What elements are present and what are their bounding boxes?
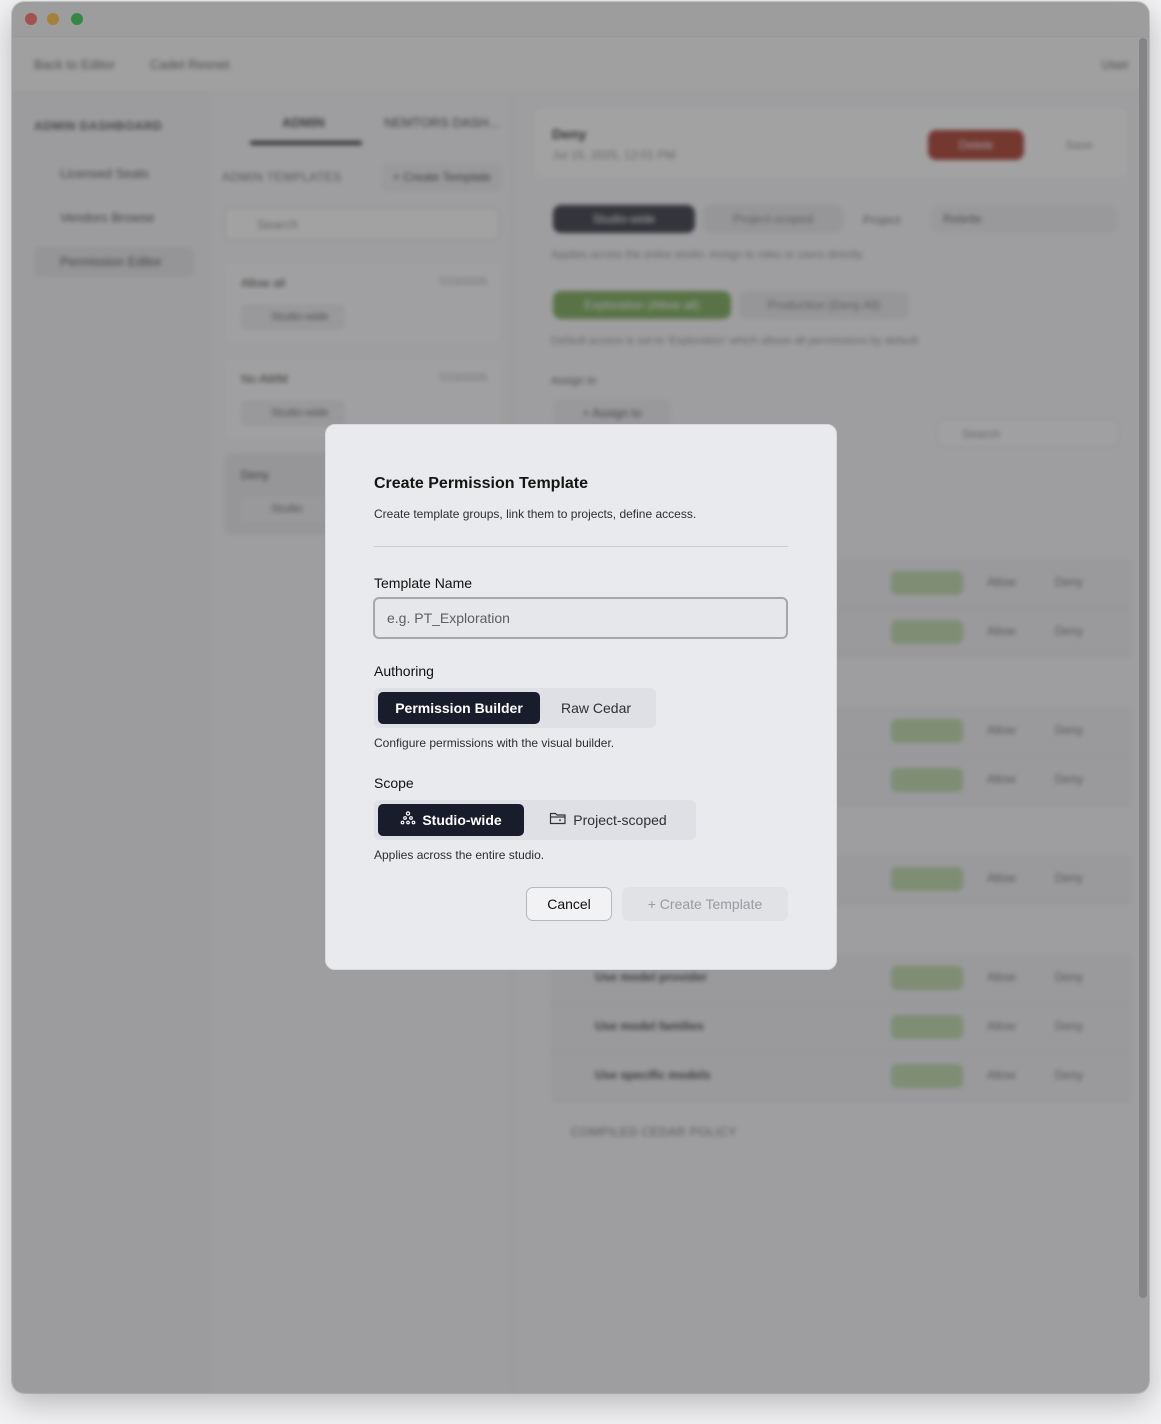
studio-wide-option[interactable]: Studio-wide [378,804,524,836]
create-template-button[interactable]: + Create Template [622,887,788,921]
folder-icon [549,804,567,836]
dialog-description: Create template groups, link them to pro… [374,507,697,521]
scope-segmented-control: Studio-wide Project-scoped [374,800,696,840]
option-label: Permission Builder [395,700,523,716]
template-name-input[interactable] [373,597,788,639]
authoring-help: Configure permissions with the visual bu… [374,736,615,750]
plus-icon: + [647,896,656,912]
divider [374,546,788,547]
dialog-title: Create Permission Template [374,475,589,492]
permission-builder-option[interactable]: Permission Builder [378,692,540,724]
template-name-label: Template Name [374,575,473,591]
create-permission-template-dialog: Create Permission Template Create templa… [325,424,837,970]
scope-label: Scope [374,775,414,791]
network-icon [400,804,416,836]
option-label: Project-scoped [573,812,667,828]
authoring-segmented-control: Permission Builder Raw Cedar [374,688,656,728]
scope-help: Applies across the entire studio. [374,848,545,862]
cancel-button[interactable]: Cancel [526,887,612,921]
authoring-label: Authoring [374,663,434,679]
create-template-label: Create Template [659,896,763,912]
raw-cedar-option[interactable]: Raw Cedar [540,692,652,724]
cancel-label: Cancel [547,896,591,912]
option-label: Raw Cedar [560,700,632,716]
app-window: Back to Editor Cadet Resnet User ADMIN D… [12,2,1149,1393]
project-scoped-option[interactable]: Project-scoped [524,804,692,836]
option-label: Studio-wide [422,812,502,828]
